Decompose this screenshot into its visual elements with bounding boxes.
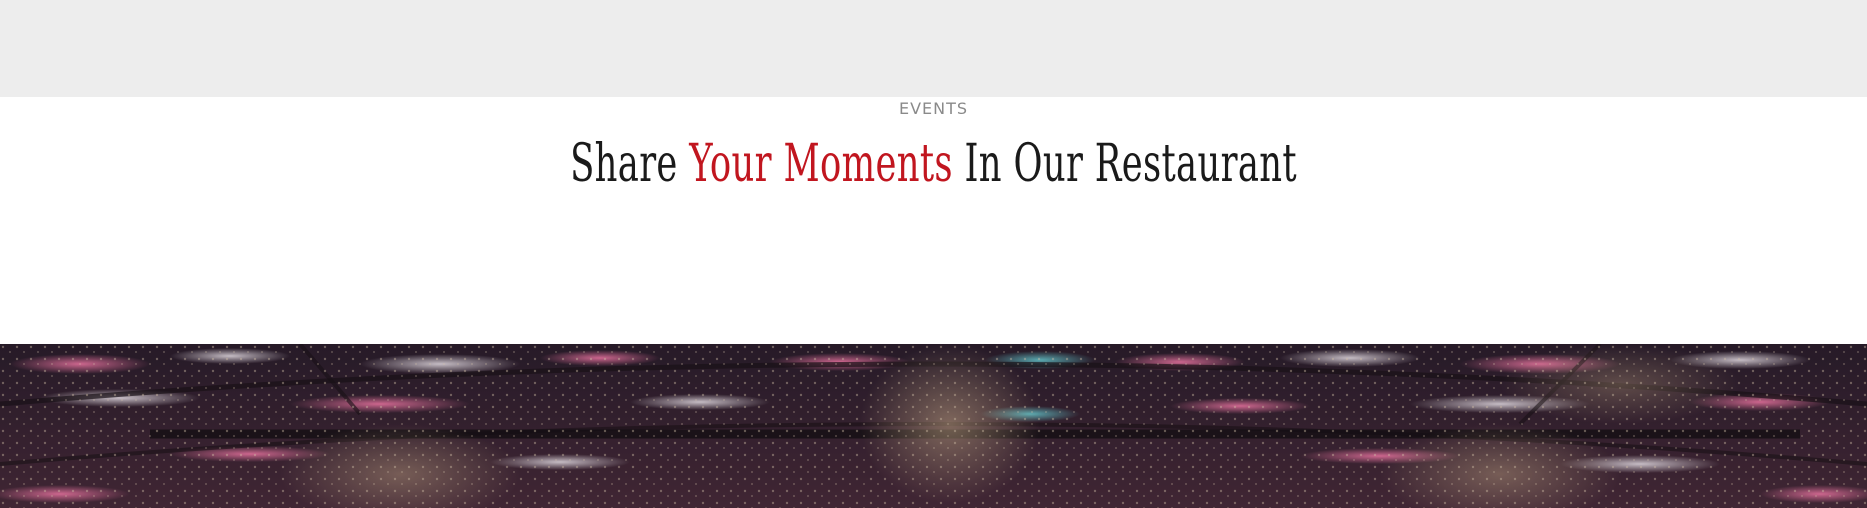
section-heading: Share Your Moments In Our Restaurant	[299, 132, 1569, 196]
hero-overlay	[0, 344, 1867, 508]
section-eyebrow: EVENTS	[898, 99, 969, 118]
heading-part-restaurant: In Our Restaurant	[964, 134, 1297, 194]
heading-part-share: Share	[570, 134, 678, 194]
heading-accent: Your Moments	[689, 134, 953, 194]
top-band	[0, 0, 1867, 97]
hero-image	[0, 344, 1867, 508]
